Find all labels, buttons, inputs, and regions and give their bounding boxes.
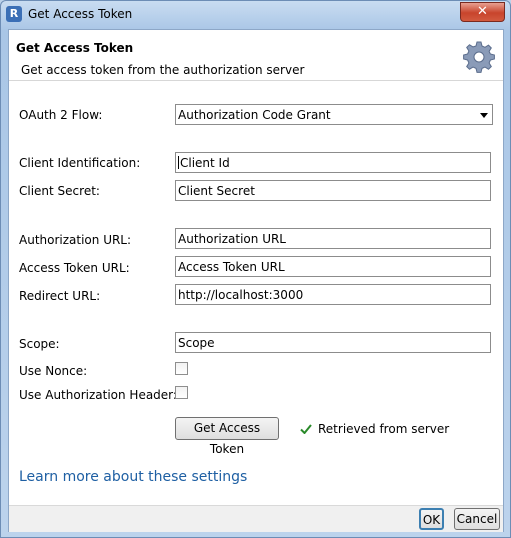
use-nonce-checkbox[interactable]: [175, 362, 188, 375]
ok-button[interactable]: OK: [419, 508, 444, 530]
client-id-value: Client Id: [180, 156, 230, 170]
status-text: Retrieved from server: [318, 422, 450, 436]
client-id-input[interactable]: Client Id: [175, 152, 491, 173]
chevron-down-icon[interactable]: [480, 113, 488, 118]
oauth-flow-select[interactable]: Authorization Code Grant: [175, 104, 493, 125]
access-token-url-input[interactable]: Access Token URL: [175, 256, 491, 277]
authorization-url-input[interactable]: Authorization URL: [175, 228, 491, 249]
window-title: Get Access Token: [28, 7, 133, 21]
header-subtitle: Get access token from the authorization …: [21, 63, 305, 77]
learn-more-link[interactable]: Learn more about these settings: [19, 469, 247, 485]
get-access-token-button[interactable]: Get Access Token: [175, 417, 279, 456]
close-button[interactable]: ✕: [460, 2, 505, 22]
redirect-url-label: Redirect URL:: [19, 289, 101, 303]
access-token-url-label: Access Token URL:: [19, 261, 130, 275]
authorization-url-label: Authorization URL:: [19, 233, 132, 247]
title-bar[interactable]: R Get Access Token ✕: [1, 1, 510, 29]
client-id-label: Client Identification:: [19, 156, 141, 170]
form-content: OAuth 2 Flow: Authorization Code Grant C…: [9, 81, 503, 505]
use-auth-header-checkbox[interactable]: [175, 386, 188, 399]
gear-icon: [463, 41, 495, 73]
oauth-flow-value: Authorization Code Grant: [178, 108, 331, 122]
scope-label: Scope:: [19, 337, 60, 351]
client-secret-input[interactable]: Client Secret: [175, 180, 491, 201]
oauth-flow-label: OAuth 2 Flow:: [19, 108, 103, 122]
dialog-window: R Get Access Token ✕ Get Access Token Ge…: [0, 0, 511, 538]
dialog-footer: OK Cancel: [9, 505, 503, 532]
scope-input[interactable]: Scope: [175, 332, 491, 353]
cancel-button[interactable]: Cancel: [454, 508, 500, 530]
checkmark-icon: [300, 424, 312, 434]
dialog-client-area: Get Access Token Get access token from t…: [8, 29, 504, 532]
use-auth-header-label: Use Authorization Header:: [19, 388, 177, 402]
header-title: Get Access Token: [16, 41, 134, 55]
text-cursor: [178, 156, 179, 169]
redirect-url-input[interactable]: http://localhost:3000: [175, 284, 491, 305]
use-nonce-label: Use Nonce:: [19, 364, 88, 378]
app-icon: R: [6, 6, 22, 22]
dialog-header: Get Access Token Get access token from t…: [9, 30, 503, 81]
client-secret-label: Client Secret:: [19, 184, 100, 198]
